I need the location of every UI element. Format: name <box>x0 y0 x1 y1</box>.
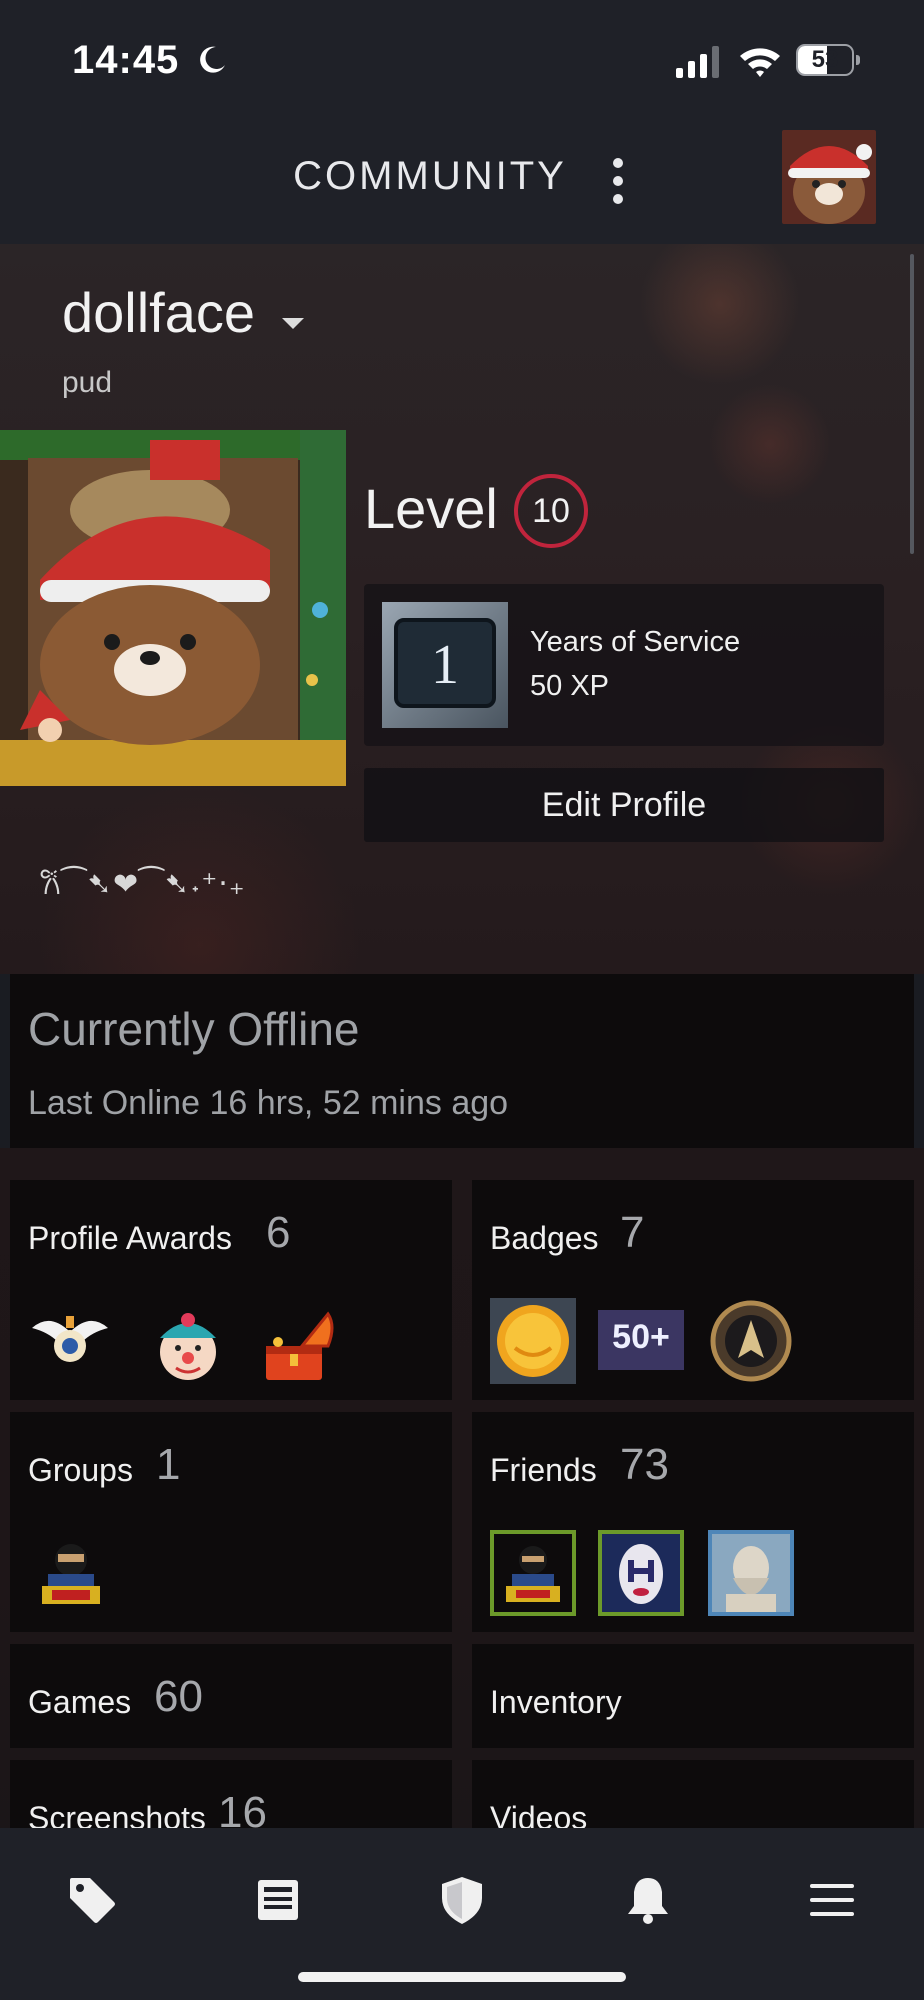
groups-count: 1 <box>156 1440 181 1489</box>
badge-coin-icon <box>490 1298 576 1384</box>
badge-emblem-icon <box>710 1300 792 1382</box>
groups-label: Groups <box>28 1452 133 1488</box>
badges-count: 7 <box>620 1208 645 1257</box>
award-clown-icon <box>160 1313 216 1380</box>
badge-xp: 50 XP <box>530 670 609 702</box>
tag-icon[interactable] <box>66 1874 118 1926</box>
inventory-tile[interactable]: Inventory <box>472 1644 914 1748</box>
menu-icon[interactable] <box>806 1874 858 1926</box>
badge-title: Years of Service <box>530 626 741 658</box>
inventory-label: Inventory <box>490 1684 622 1720</box>
award-wings-icon <box>32 1316 108 1362</box>
profile-real-name: pud <box>62 366 113 399</box>
profile-awards-count: 6 <box>266 1208 291 1257</box>
screenshots-tile[interactable]: Screenshots 16 <box>10 1760 452 1828</box>
shield-icon[interactable] <box>436 1874 488 1926</box>
games-tile[interactable]: Games 60 <box>10 1644 452 1748</box>
user-avatar[interactable] <box>782 130 876 224</box>
more-options-icon[interactable] <box>606 158 630 210</box>
featured-badge-card[interactable]: 1 Years of Service 50 XP <box>364 584 884 746</box>
videos-label: Videos <box>490 1800 588 1828</box>
online-status-panel: Currently Offline Last Online 16 hrs, 52… <box>10 974 914 1148</box>
friend-avatar[interactable] <box>598 1530 684 1616</box>
years-count: 1 <box>431 634 459 696</box>
level-badge: 10 <box>514 474 588 548</box>
battery-icon: 53 <box>796 44 862 78</box>
profile-username[interactable]: dollface <box>62 280 255 345</box>
games-label: Games <box>28 1684 132 1720</box>
award-chest-icon <box>266 1311 334 1380</box>
cellular-signal-icon <box>676 46 719 78</box>
level-label: Level <box>364 477 498 540</box>
wifi-icon <box>740 48 780 77</box>
badge-50plus-text: 50+ <box>612 1318 670 1356</box>
top-bar: COMMUNITY <box>0 120 924 244</box>
videos-tile[interactable]: Videos <box>472 1760 914 1828</box>
group-avatar <box>28 1530 114 1616</box>
profile-summary: 𐙚⁀➷❤⁀➷˖⁺‧₊ <box>40 868 246 901</box>
scrollbar[interactable] <box>910 254 914 554</box>
status-time: 14:45 <box>72 38 180 82</box>
friends-label: Friends <box>490 1452 597 1488</box>
friends-tile[interactable]: Friends 73 <box>472 1412 914 1632</box>
home-indicator[interactable] <box>298 1972 626 1982</box>
friend-avatar[interactable] <box>490 1530 576 1616</box>
status-bar: 14:45 53 <box>0 0 924 120</box>
profile-awards-tile[interactable]: Profile Awards 6 <box>10 1180 452 1400</box>
games-count: 60 <box>154 1672 203 1721</box>
screenshots-count: 16 <box>218 1788 267 1828</box>
online-status: Currently Offline <box>28 1003 360 1055</box>
friends-count: 73 <box>620 1440 669 1489</box>
badge-50plus-icon: 50+ <box>598 1310 684 1370</box>
bell-icon[interactable] <box>622 1874 674 1926</box>
last-online: Last Online 16 hrs, 52 mins ago <box>28 1084 509 1122</box>
badges-tile[interactable]: Badges 7 50+ <box>472 1180 914 1400</box>
page-title: COMMUNITY <box>293 154 567 198</box>
badges-label: Badges <box>490 1220 599 1256</box>
chevron-down-icon[interactable] <box>282 318 304 329</box>
battery-level: 53 <box>811 46 839 73</box>
groups-tile[interactable]: Groups 1 <box>10 1412 452 1632</box>
profile-avatar <box>0 430 346 786</box>
friend-avatar[interactable] <box>708 1530 794 1616</box>
screenshots-label: Screenshots <box>28 1800 206 1828</box>
news-icon[interactable] <box>252 1874 304 1926</box>
profile-awards-label: Profile Awards <box>28 1220 232 1256</box>
moon-icon <box>200 46 225 73</box>
edit-profile-button[interactable]: Edit Profile <box>364 768 884 842</box>
